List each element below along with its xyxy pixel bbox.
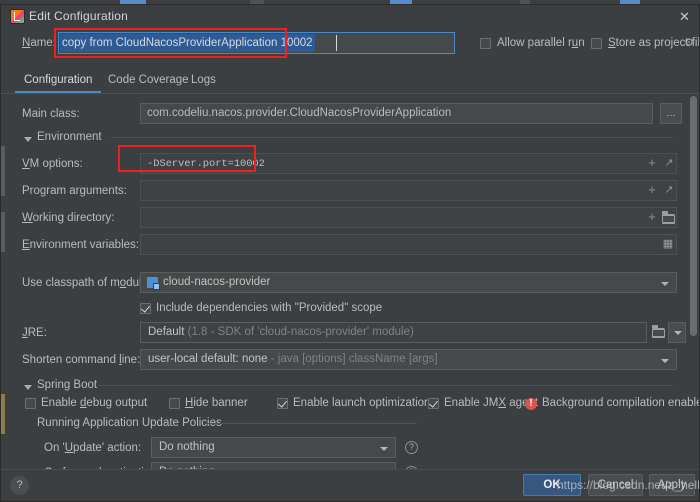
vm-options-row: VM options: -DServer.port=10002 + ↗ [1,153,691,177]
on-update-action-label: On 'Update' action: [44,442,142,454]
vm-options-input[interactable]: -DServer.port=10002 [140,153,677,174]
on-update-action-row: On 'Update' action: Do nothing ? [1,437,691,461]
chevron-down-icon [674,331,682,335]
vm-options-add-icon[interactable]: + [646,156,658,169]
help-button[interactable]: ? [10,476,29,495]
main-class-value: com.codeliu.nacos.provider.CloudNacosPro… [147,107,452,119]
main-class-label: Main class: [22,108,80,120]
main-class-input[interactable]: com.codeliu.nacos.provider.CloudNacosPro… [140,103,653,124]
dialog-titlebar: Edit Configuration ✕ [1,5,699,28]
jre-folder-icon[interactable] [652,325,665,338]
warning-icon [525,397,537,410]
chevron-down-icon[interactable] [24,137,32,142]
section-divider [205,423,417,424]
on-update-action-help-icon[interactable]: ? [405,441,418,454]
tab-code-coverage[interactable]: Code Coverage [106,68,191,92]
include-provided-checkbox[interactable] [140,303,151,314]
chevron-down-icon [380,447,388,451]
vertical-scrollbar[interactable] [690,96,697,336]
shorten-command-line-row: Shorten command line: user-local default… [1,349,691,373]
tab-bar: Configuration Code Coverage Logs [1,68,699,94]
jre-value: Default (1.8 - SDK of 'cloud-nacos-provi… [148,326,414,338]
jre-row: JRE: Default (1.8 - SDK of 'cloud-nacos-… [1,322,691,346]
section-divider [111,137,673,138]
classpath-module-label: Use classpath of module: [22,277,152,289]
dialog-footer: ? OK Cancel Apply https://blog.csdn.net/… [1,469,699,501]
text-caret [336,35,337,51]
name-input-value: copy from CloudNacosProviderApplication … [60,34,315,52]
jre-select[interactable]: Default (1.8 - SDK of 'cloud-nacos-provi… [140,322,647,343]
on-update-action-value: Do nothing [159,441,215,453]
shorten-command-line-label: Shorten command line: [22,354,141,366]
dialog-title: Edit Configuration [29,9,128,23]
enable-jmx-agent-label: Enable JMX agent [444,397,538,409]
name-label: Name: [22,37,56,49]
tab-logs[interactable]: Logs [189,68,218,92]
browse-variables-icon[interactable]: ▦ [662,238,674,250]
program-arguments-input[interactable] [140,180,677,201]
section-divider [99,385,673,386]
working-directory-input[interactable] [140,207,677,228]
module-icon [147,277,160,290]
on-update-action-select[interactable]: Do nothing [151,437,396,458]
program-arguments-label: Program arguments: [22,185,127,197]
jre-dropdown-button[interactable] [668,322,686,343]
working-directory-add-icon[interactable]: + [646,210,658,223]
main-class-browse-button[interactable]: … [660,103,682,124]
classpath-module-row: Use classpath of module: cloud-nacos-pro… [1,272,691,296]
intellij-idea-icon [10,9,25,24]
hide-banner-checkbox[interactable] [169,398,180,409]
working-directory-row: Working directory: + [1,207,691,231]
environment-variables-input[interactable] [140,234,677,255]
name-row: Name: copy from CloudNacosProviderApplic… [1,28,699,62]
spring-boot-section-title: Spring Boot [37,379,98,391]
program-arguments-add-icon[interactable]: + [646,183,658,196]
close-icon[interactable]: ✕ [676,8,693,25]
include-provided-row: Include dependencies with "Provided" sco… [1,299,691,323]
store-as-project-file-checkbox[interactable] [591,38,602,49]
edit-configuration-dialog: Edit Configuration ✕ Name: copy from Clo… [0,4,700,502]
gear-icon[interactable]: ⚙ [683,37,695,49]
program-arguments-row: Program arguments: + ↗ [1,180,691,204]
shorten-command-line-select[interactable]: user-local default: none - java [options… [140,349,677,370]
enable-launch-optimization-label: Enable launch optimization [293,397,431,409]
enable-debug-output-checkbox[interactable] [25,398,36,409]
vm-options-expand-icon[interactable]: ↗ [663,157,675,169]
chevron-down-icon [661,359,669,363]
classpath-module-select[interactable]: cloud-nacos-provider [140,272,677,293]
background-compilation-label: Background compilation enabled [542,397,699,409]
name-input[interactable]: copy from CloudNacosProviderApplication … [58,32,455,54]
enable-debug-output-label: Enable debug output [41,397,148,409]
program-arguments-expand-icon[interactable]: ↗ [663,184,675,196]
spring-boot-options-row: Enable debug output Hide banner Enable l… [1,394,699,418]
watermark-text: https://blog.csdn.net/a_helloword [557,478,700,492]
main-class-row: Main class: com.codeliu.nacos.provider.C… [1,103,691,127]
allow-parallel-run-label: Allow parallel run [497,37,585,49]
shorten-command-line-value: user-local default: none - java [options… [148,353,438,365]
include-provided-label: Include dependencies with "Provided" sco… [156,302,383,314]
jre-label: JRE: [22,327,47,339]
vm-options-label: VM options: [22,158,83,170]
working-directory-label: Working directory: [22,212,115,224]
chevron-down-icon [661,282,669,286]
vm-options-value: -DServer.port=10002 [147,158,265,170]
classpath-module-value: cloud-nacos-provider [163,276,271,288]
environment-section-title: Environment [37,131,102,143]
enable-launch-optimization-checkbox[interactable] [277,398,288,409]
environment-variables-row: Environment variables: ▦ [1,234,691,258]
hide-banner-label: Hide banner [185,397,248,409]
update-policies-title: Running Application Update Policies [37,417,222,429]
allow-parallel-run-checkbox[interactable] [480,38,491,49]
enable-jmx-agent-checkbox[interactable] [428,398,439,409]
configuration-panel: Main class: com.codeliu.nacos.provider.C… [1,94,699,472]
environment-variables-label: Environment variables: [22,239,139,251]
folder-icon[interactable] [662,211,675,224]
chevron-down-icon[interactable] [24,385,32,390]
tab-configuration[interactable]: Configuration [14,68,102,93]
